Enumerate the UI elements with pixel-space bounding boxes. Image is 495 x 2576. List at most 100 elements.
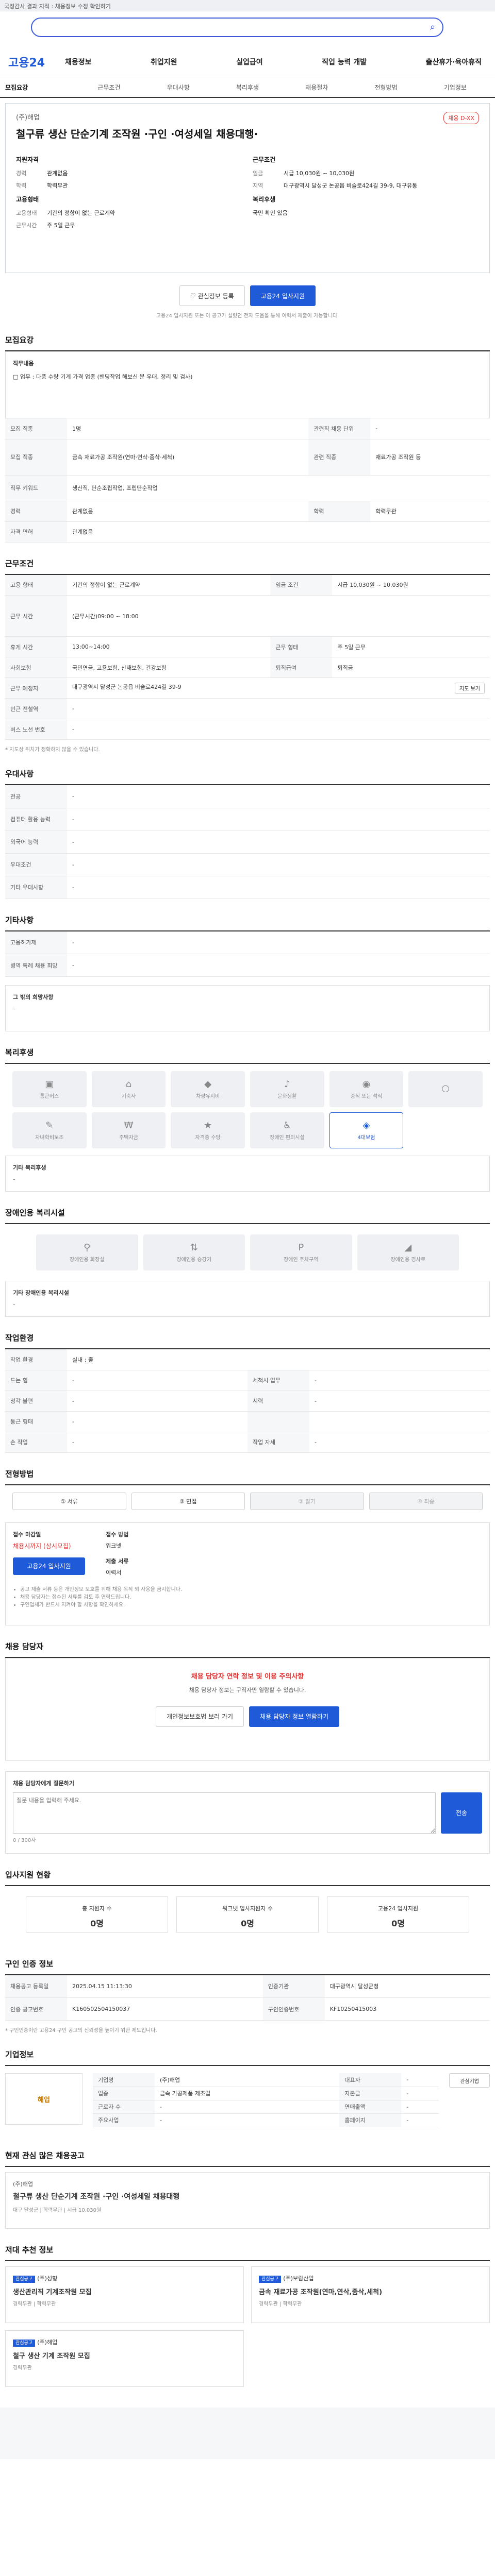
tab-item[interactable]: 기업정보 [421, 83, 490, 92]
welfare-item: ⌂ 기숙사 [91, 1071, 166, 1107]
cell-value: - [401, 2087, 439, 2100]
cell-key: 근무 형태 [270, 636, 333, 657]
cell-key: 작업 환경 [5, 1349, 67, 1370]
facility-item: P 장애인 주차구역 [250, 1234, 352, 1270]
site-logo[interactable]: 고용24 [8, 54, 65, 70]
cell-key: 학력 [308, 501, 371, 522]
similar-job-card[interactable]: (주)해업 철구류 생산 단순기계 조작원 ·구인 ·여성세일 채용대행 대구 … [5, 2172, 490, 2229]
cell-key: 손 작업 [5, 1432, 67, 1453]
cell-value: - [67, 1411, 248, 1432]
cell-key: 외국어 능력 [5, 831, 67, 854]
apply-button[interactable]: 고용24 입사지원 [250, 285, 316, 306]
cell-key: 업종 [93, 2087, 155, 2100]
privacy-button[interactable]: 개인정보보호법 보러 가기 [156, 1706, 244, 1727]
tab-item[interactable]: 전형방법 [351, 83, 420, 92]
others-section: 기타사항 고용허가제 - 병역 특례 채용 희망 - 그 밖의 희망사항 - [5, 914, 490, 1031]
welfare-label: 복리후생 [253, 196, 276, 203]
page-footer [0, 2407, 495, 2459]
gnb-item[interactable]: 실업급여 [236, 57, 263, 67]
recommend-meta: 경력무관 [13, 2365, 32, 2371]
detail-tabs: 모집요강 근무조건 우대사항 복리후생 채용절차 전형방법 기업정보 [0, 77, 495, 98]
table-row: 외국어 능력 - [5, 831, 490, 854]
cell-value: - [67, 1432, 248, 1453]
recommend-card[interactable]: 관심공고 (주)보람산업 금속 재료가공 조작원(연마,연삭,줌삭,세척) 경력무관… [251, 2266, 490, 2323]
cell-key: 컴퓨터 활용 능력 [5, 808, 67, 831]
status-card-value: 0명 [90, 1918, 104, 1928]
career-value: 관계없음 [47, 170, 68, 177]
qna-count: 0 / 300자 [13, 1837, 36, 1843]
welfare-item-label: 장애인 편의시설 [270, 1135, 305, 1141]
tab-item[interactable]: 모집요강 [5, 83, 74, 92]
recommend-company: (주)해업 [37, 2338, 58, 2346]
recommend-card[interactable]: 관심공고 (주)해업 철구 생산 기계 조작원 모집 경력무관 [5, 2330, 244, 2387]
cell-key: 관련 직종 [308, 439, 371, 476]
view-manager-button[interactable]: 채용 담당자 정보 열람하기 [249, 1706, 339, 1727]
welfare-item-label: 중식 또는 석식 [350, 1094, 383, 1099]
receipt-label: 접수 마감일 [13, 1531, 41, 1538]
table-row: 인근 전철역 - [5, 698, 490, 719]
cell-key: 사회보험 [5, 657, 67, 678]
qna-submit-button[interactable]: 전송 [441, 1792, 482, 1834]
company-name[interactable]: (주)해업 [16, 112, 479, 122]
cell-key: 작업 자세 [248, 1432, 309, 1453]
cell-value: - [155, 2113, 340, 2127]
conditions-section: 근무조건 고용 형태 기간의 정함이 없는 근로계약 임금 조건 시급 10,030원… [5, 558, 490, 753]
welfare-item-label: 차량유지비 [196, 1094, 220, 1099]
table-row: 업종 금속 가공제품 제조업 자본금 - [93, 2087, 439, 2100]
section-title: 저대 추천 정보 [5, 2244, 490, 2261]
table-row: 주요사업 - 홈페이지 - [93, 2113, 439, 2127]
welfare-section: 복리후생 ▣ 통근버스 ⌂ 기숙사 ◆ 차량유지비 ♪ 문화생활 ◉ 중식 또는 석식 ○… [5, 1047, 490, 1192]
cell-value: 국민연금, 고용보험, 산재보험, 건강보험 [67, 657, 271, 678]
tab-item[interactable]: 채용절차 [282, 83, 351, 92]
cell-key: 전공 [5, 785, 67, 808]
region-value: 대구광역시 달성군 논공읍 비슬로424길 39-9, 대구유통 [284, 182, 418, 189]
cell-key: 드는 힘 [5, 1370, 67, 1391]
conditions-footnote: * 지도상 위치가 정확하지 않을 수 있습니다. [5, 747, 100, 753]
top-notice-text: 국정감사 결과 지적 : 채용정보 수정 확인하기 [4, 3, 111, 10]
favorite-company-button[interactable]: 관심기업 [449, 2073, 490, 2088]
table-row: 전공 - [5, 785, 490, 808]
docs-label: 제출 서류 [106, 1557, 129, 1565]
elevator-icon: ⇅ [190, 1242, 198, 1253]
apply-button-2[interactable]: 고용24 입사지원 [13, 1557, 85, 1575]
section-title: 장애인용 복리시설 [5, 1207, 490, 1224]
cell-value: 금속 가공제품 제조업 [155, 2087, 340, 2100]
search-icon[interactable]: ⌕ [430, 22, 435, 32]
gnb-item[interactable]: 직업 능력 개발 [322, 57, 367, 67]
emp-key: 고용형태 [16, 210, 37, 216]
cell-key: 자본금 [339, 2087, 402, 2100]
info-note: * 구인인증이란 고용24 구인 공고의 신뢰성을 높이기 위한 제도입니다. [5, 2028, 157, 2033]
cell-value: - [67, 808, 490, 831]
favorite-button[interactable]: ♡ 관심정보 등록 [179, 285, 245, 306]
cell-value: 주 5일 근무 [332, 636, 490, 657]
process-step: ① 서류 [12, 1492, 126, 1510]
welfare-item: ◉ 중식 또는 석식 [329, 1071, 404, 1107]
section-title: 입사지원 현황 [5, 1869, 490, 1886]
cell-value: 실내 : 좋 [67, 1349, 490, 1370]
gnb-item[interactable]: 채용정보 [65, 57, 92, 67]
tab-item[interactable]: 근무조건 [74, 83, 143, 92]
gnb-item[interactable]: 출산휴가·육아휴직 [426, 57, 482, 67]
map-button[interactable]: 지도 보기 [455, 682, 485, 694]
cell-value: - [67, 719, 490, 740]
deadline-badge: 채용 D-XX [443, 112, 479, 124]
others-table: 고용허가제 - 병역 특례 채용 희망 - [5, 931, 490, 977]
cell-value: 시급 10,030원 ~ 10,030원 [332, 574, 490, 596]
gnb-item[interactable]: 취업지원 [151, 57, 177, 67]
cell-value: - [155, 2100, 340, 2114]
tab-item[interactable]: 복리후생 [213, 83, 282, 92]
table-row: 고용허가제 - [5, 931, 490, 954]
table-row: 모집 직종 금속 재료가공 조작원(연마·연삭·줌삭·세척) 관련 직종 재료가공 조… [5, 439, 490, 476]
note-item: 채용 담당자는 접수된 서류를 검토 후 연락드립니다. [20, 1592, 482, 1600]
recommend-card[interactable]: 관심공고 (주)성형 생산관리직 기계조작원 모집 경력무관 | 학력무관 [5, 2266, 244, 2323]
cell-key: 고용 형태 [5, 574, 67, 596]
manager-notice: 채용 담당자 정보는 구직자만 열람할 수 있습니다. [189, 1686, 306, 1693]
ticket-icon: ♪ [284, 1079, 290, 1090]
tab-item[interactable]: 우대사항 [144, 83, 213, 92]
qna-textarea[interactable] [13, 1792, 436, 1834]
info-section: 구인 인증 정보 채용공고 등록일 2025.04.15 11:13:30 인증기관… [5, 1958, 490, 2033]
cell-key: 채용공고 등록일 [5, 1975, 67, 1998]
search-input[interactable]: ⌕ [31, 18, 443, 37]
cell-key: 퇴직급여 [270, 657, 333, 678]
salary-key: 임금 [253, 170, 263, 177]
